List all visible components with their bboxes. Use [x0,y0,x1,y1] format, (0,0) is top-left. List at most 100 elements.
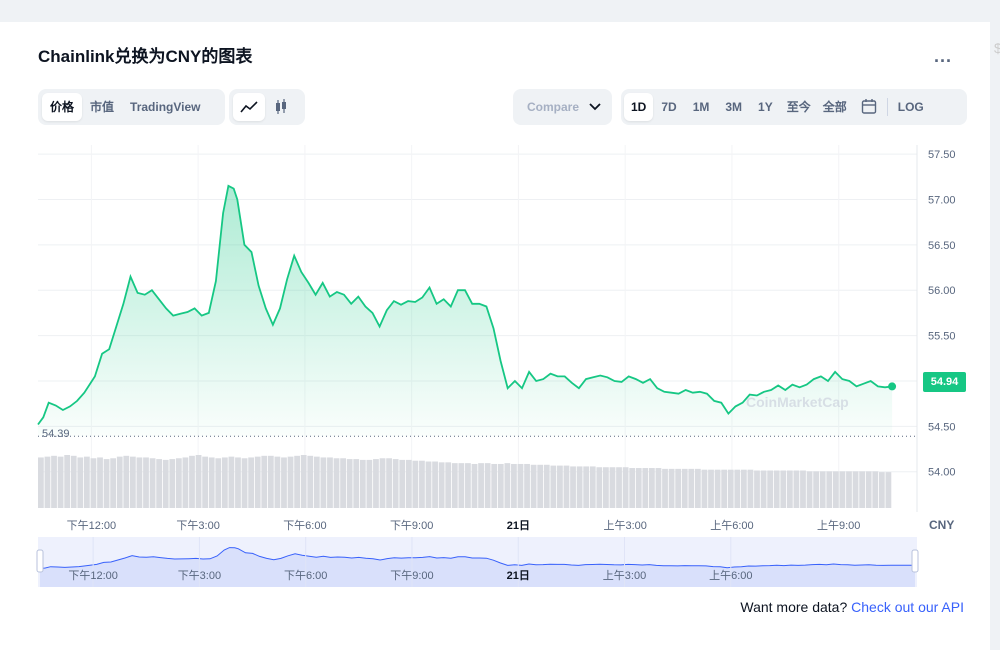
volume-bar [885,472,892,508]
volume-bar [688,468,695,508]
volume-bar [760,470,767,508]
volume-bar [313,456,320,508]
volume-bar [90,458,97,508]
volume-bar [517,463,524,508]
volume-bar [681,468,688,508]
currency-label: CNY [929,518,955,532]
volume-bar [714,469,721,508]
volume-bar [70,455,77,508]
volume-bar [44,456,51,508]
volume-bar [865,471,872,508]
footer-text: Want more data? [740,599,852,615]
volume-bar [77,457,84,508]
x-tick-label: 上午3:00 [603,519,646,532]
volume-bar [497,463,504,508]
volume-bar [327,457,333,508]
current-price-tag: 54.94 [923,372,966,392]
volume-bar [419,460,425,508]
min-price-label: 54.39 [42,428,70,440]
price-chart: 54.0054.5055.0055.5056.0056.5057.0057.50… [36,145,956,587]
volume-bar [649,468,655,508]
volume-bar [116,456,123,508]
volume-bar [734,469,741,508]
volume-bar [64,455,71,508]
volume-bar [478,463,484,508]
volume-bar [425,461,432,508]
navigator-tick-label: 下午6:00 [284,569,327,582]
current-price-dot [888,382,897,391]
y-tick-label: 56.00 [928,285,956,297]
volume-bar [616,467,622,508]
volume-bar [557,465,563,508]
volume-bar [175,458,182,508]
volume-bar [576,466,583,508]
volume-bar [800,470,806,508]
volume-bar [51,455,57,508]
volume-bar [274,456,281,508]
volume-bar [267,455,274,508]
navigator-tick-label: 上午6:00 [709,569,752,582]
volume-bar [740,469,747,508]
volume-bar [129,456,136,508]
y-tick-label: 57.00 [928,194,956,206]
volume-bar [235,457,241,508]
volume-bar [550,465,557,508]
y-axis: 54.0054.5055.0055.5056.0056.5057.0057.50 [928,149,956,479]
volume-bar [511,463,517,508]
volume-bar [780,470,787,508]
volume-bar [754,470,760,508]
x-tick-label: 上午9:00 [817,519,860,532]
volume-bar [405,459,412,508]
navigator-tick-label: 21日 [507,569,530,582]
y-tick-label: 55.50 [928,331,956,343]
volume-bar [143,457,149,508]
volume-bar [747,469,754,508]
navigator-tick-label: 下午9:00 [390,569,433,582]
volume-bar [353,459,360,508]
volume-bar [103,459,110,508]
volume-bar [786,470,793,508]
volume-bar [721,469,728,508]
volume-bar [878,472,885,508]
volume-bar [832,471,839,508]
volume-bar [491,463,498,508]
volume-bar [359,459,366,508]
volume-bar [465,463,471,508]
volume-bar [589,466,596,508]
volume-bar [110,458,117,508]
volume-bar [635,468,642,508]
volume-bar [307,455,314,508]
volume-bar [484,463,491,508]
volume-bar [366,459,373,508]
volume-bar [570,466,576,508]
x-tick-label: 21日 [507,519,530,532]
volume-bar [701,469,708,508]
volume-bar [248,457,255,508]
volume-bar [504,463,511,508]
volume-bar [471,463,478,508]
navigator-tick-label: 下午3:00 [178,569,221,582]
volume-bar [123,455,130,508]
volume-bar [432,461,438,508]
volume-bar [261,455,268,508]
volume-bar [727,469,734,508]
volume-bar [333,458,340,508]
volume-bar [793,470,800,508]
volume-bar [530,464,537,508]
volume-bar [603,467,609,508]
volume-bar [340,458,346,508]
volume-bar [543,464,550,508]
navigator-tick-label: 上午3:00 [603,569,646,582]
volume-bar [57,456,64,508]
api-link[interactable]: Check out our API [851,599,964,615]
x-tick-label: 下午3:00 [176,519,219,532]
volume-bar [221,457,228,508]
volume-bar [629,468,636,508]
volume-bar [228,456,235,508]
y-tick-label: 54.00 [928,467,956,479]
volume-bar [38,457,44,508]
volume-bar [320,457,327,508]
volume-bar [655,468,662,508]
volume-bar [708,469,714,508]
volume-bar [215,458,222,508]
